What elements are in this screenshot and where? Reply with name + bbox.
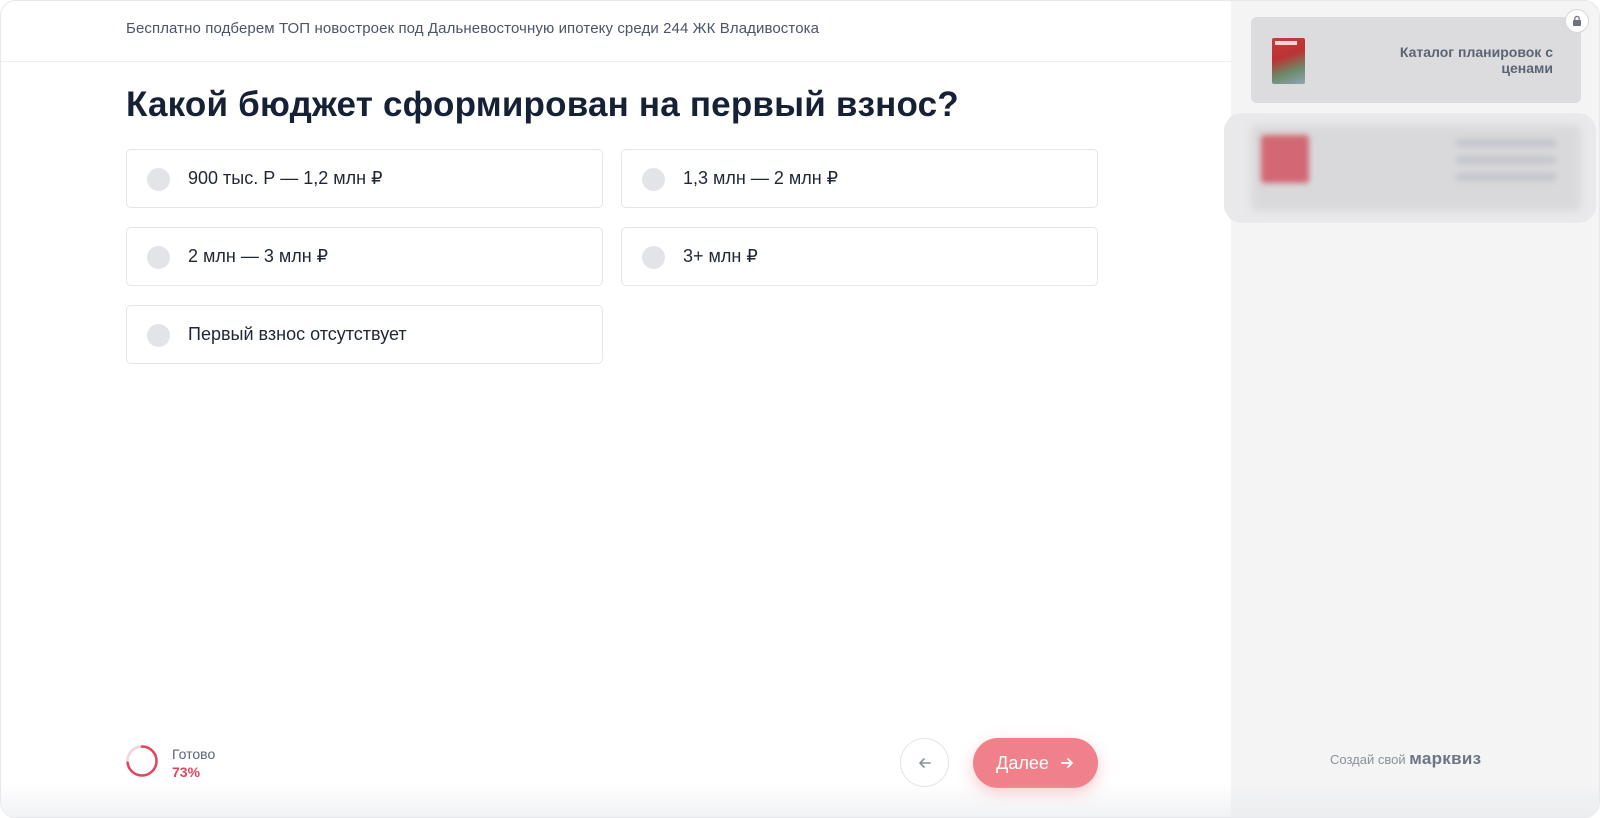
answer-option-label: 1,3 млн — 2 млн ₽ [683,168,839,188]
radio-button[interactable] [147,324,170,347]
arrow-left-icon [918,757,931,768]
answer-option-label: 900 тыс. Р — 1,2 млн ₽ [188,168,383,188]
arrow-right-icon [1060,758,1073,768]
blurred-thumbnail [1261,135,1309,183]
bonus-card-locked [1224,113,1596,223]
question-title: Какой бюджет сформирован на первый взнос… [126,85,959,124]
answer-option-label: 3+ млн ₽ [683,246,758,266]
brand-prefix: Создай свой [1330,752,1406,767]
progress-value: 73% [172,764,201,780]
catalog-thumbnail [1272,38,1305,84]
quiz-window: Бесплатно подберем ТОП новостроек под Да… [0,0,1600,818]
answer-option[interactable]: 900 тыс. Р — 1,2 млн ₽ [126,149,603,208]
bonus-sidebar: Каталог планировок с ценами Создай свой … [1224,1,1599,817]
answer-option-label: Первый взнос отсутствует [188,324,407,344]
answer-option[interactable]: 3+ млн ₽ [621,227,1098,286]
answer-option-label: 2 млн — 3 млн ₽ [188,246,329,266]
blurred-text [1456,139,1556,190]
brand-logo: марквиз [1409,749,1482,768]
bonus-card-catalog[interactable]: Каталог планировок с ценами [1251,17,1581,103]
next-button[interactable]: Далее [973,738,1098,788]
quiz-main: Бесплатно подберем ТОП новостроек под Да… [1,1,1231,817]
back-button[interactable] [900,738,949,787]
lock-icon [1565,9,1589,33]
answer-option[interactable]: 2 млн — 3 млн ₽ [126,227,603,286]
radio-button[interactable] [642,246,665,269]
header-tagline: Бесплатно подберем ТОП новостроек под Да… [126,20,820,37]
progress-ring [126,745,158,777]
radio-button[interactable] [642,168,665,191]
catalog-title: Каталог планировок с ценами [1399,44,1553,76]
brand-link[interactable]: Создай свой марквиз [1330,749,1481,769]
quiz-header: Бесплатно подберем ТОП новостроек под Да… [1,1,1231,62]
progress-title: Готово [172,746,216,762]
answer-option[interactable]: Первый взнос отсутствует [126,305,603,364]
radio-button[interactable] [147,168,170,191]
radio-button[interactable] [147,246,170,269]
next-button-label: Далее [996,752,1049,773]
answer-option[interactable]: 1,3 млн — 2 млн ₽ [621,149,1098,208]
